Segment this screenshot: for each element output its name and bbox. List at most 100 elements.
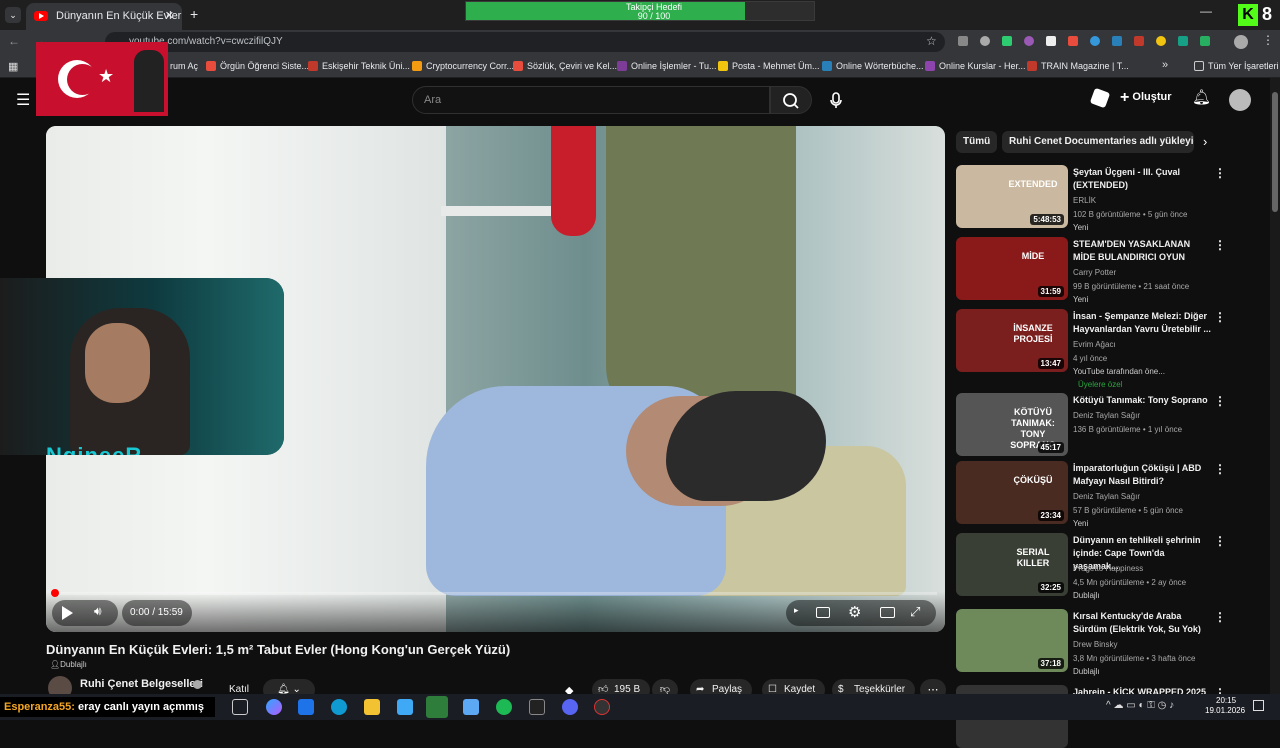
recommendation-thumbnail[interactable]: İNSANZE PROJESİ 13:47	[956, 309, 1068, 372]
recommendation-menu-icon[interactable]: ⋮	[1214, 238, 1226, 252]
hamburger-menu-icon[interactable]: ☰	[16, 90, 30, 110]
recommendation-thumbnail[interactable]: MİDE 31:59	[956, 237, 1068, 300]
recommendation-channel[interactable]: Drew Binsky	[1073, 638, 1117, 651]
voice-search-button[interactable]	[822, 86, 850, 114]
recommendation-channel[interactable]: Progetto Happiness	[1073, 562, 1143, 575]
recommendation-channel[interactable]: Deniz Taylan Sağır	[1073, 409, 1140, 422]
chrome-icon[interactable]	[426, 696, 448, 718]
tab-close-icon[interactable]: ✕	[165, 3, 174, 30]
tab-title: Dünyanın En Küçük Evleri: 1,5 m	[56, 10, 182, 22]
search-input[interactable]: Ara	[412, 86, 770, 114]
search-button[interactable]	[770, 86, 812, 114]
recommendation-channel[interactable]: ERLİK	[1073, 194, 1096, 207]
play-volume-group: 🔊︎	[52, 600, 118, 626]
recommendation-title[interactable]: İmparatorluğun Çöküşü | ABD Mafyayı Nası…	[1073, 462, 1211, 488]
all-bookmarks-folder[interactable]: Tüm Yer İşaretleri	[1194, 54, 1279, 78]
video-progress-bar[interactable]	[51, 589, 937, 597]
thumbnail-text: SERIAL KILLER	[1016, 547, 1050, 568]
mail-icon[interactable]	[298, 699, 314, 715]
minimize-icon[interactable]: —	[1200, 4, 1212, 18]
system-tray-icons[interactable]: ^ ☁ ▭ ◐ ⚿ ◷ ♪	[1106, 700, 1174, 711]
dubbed-label: 👤︎Dublajlı	[50, 660, 87, 669]
new-tab-button[interactable]: +	[190, 6, 198, 22]
volume-icon[interactable]: 🔊︎	[94, 604, 102, 619]
chips-next-icon[interactable]: ›	[1203, 134, 1207, 149]
browser-menu-icon[interactable]: ⋮	[1262, 33, 1274, 47]
recommendation-meta: 102 B görüntüleme • 5 gün önce	[1073, 210, 1188, 219]
obs-icon[interactable]	[594, 699, 610, 715]
recommendation-thumbnail[interactable]: KÖTÜYÜ TANIMAK: TONY SOPRANO 45:17	[956, 393, 1068, 456]
back-icon[interactable]: ←	[8, 34, 20, 48]
create-button[interactable]: + Oluştur	[1120, 89, 1172, 107]
recommendation-title[interactable]: STEAM'DEN YASAKLANAN MİDE BULANDIRICI OY…	[1073, 238, 1211, 264]
notification-center-icon[interactable]	[1253, 700, 1264, 711]
bookmark-item[interactable]: Online Kurslar - Her...	[925, 54, 1026, 78]
bookmark-item[interactable]: Eskişehir Teknik Üni...	[308, 54, 410, 78]
copilot-icon[interactable]	[266, 699, 282, 715]
tab-search-icon[interactable]: ⌄	[5, 7, 21, 23]
epic-games-icon[interactable]	[529, 699, 545, 715]
address-bar[interactable]: youtube.com/watch?v=cwczifilQJY	[105, 32, 945, 52]
recommendation-menu-icon[interactable]: ⋮	[1214, 462, 1226, 476]
bookmark-favicon-icon	[308, 61, 318, 71]
recommendation-title[interactable]: İnsan - Şempanze Melezi: Diğer Hayvanlar…	[1073, 310, 1211, 336]
scrollbar-thumb[interactable]	[1272, 92, 1278, 212]
tab-youtube[interactable]: Dünyanın En Küçük Evleri: 1,5 m ✕	[26, 3, 182, 30]
recommendation-channel[interactable]: Evrim Ağacı	[1073, 338, 1116, 351]
store-icon[interactable]	[397, 699, 413, 715]
bookmark-item[interactable]: Online Wörterbüche...	[822, 54, 924, 78]
progress-scrubber[interactable]	[51, 589, 59, 597]
recommendation-thumbnail[interactable]: 37:18	[956, 609, 1068, 672]
account-avatar[interactable]	[1229, 89, 1251, 111]
chip-uploader[interactable]: Ruhi Cenet Documentaries adlı yükleyicid…	[1002, 131, 1194, 153]
page-scrollbar[interactable]	[1270, 78, 1280, 694]
members-only-badge: Üyelere özel	[1078, 380, 1123, 389]
recommendation-title[interactable]: Şeytan Üçgeni - III. Çuval (EXTENDED)	[1073, 166, 1211, 192]
bookmark-item[interactable]: Sözlük, Çeviri ve Kel...	[513, 54, 617, 78]
discord-icon[interactable]	[562, 699, 578, 715]
youtube-header: ☰ Ara + Oluştur 🔔︎	[0, 78, 1270, 122]
chat-message-overlay: Esperanza55: eray canlı yayın açmmış	[0, 697, 215, 717]
recommendation-menu-icon[interactable]: ⋮	[1214, 310, 1226, 324]
bookmark-item[interactable]: Posta - Mehmet Üm...	[718, 54, 820, 78]
bookmark-item[interactable]: Online İşlemler - Tu...	[617, 54, 717, 78]
autoplay-icon[interactable]: ▸	[794, 605, 799, 616]
recommendation-channel[interactable]: Carry Potter	[1073, 266, 1116, 279]
recommendation-menu-icon[interactable]: ⋮	[1214, 610, 1226, 624]
more-bookmarks-icon[interactable]: »	[1162, 59, 1168, 71]
bookmark-item[interactable]: Örgün Öğrenci Siste...	[206, 54, 309, 78]
subtitles-icon[interactable]	[816, 607, 830, 618]
bookmark-star-icon[interactable]: ☆	[926, 34, 937, 48]
recommendation-title[interactable]: Kötüyü Tanımak: Tony Soprano	[1073, 394, 1211, 407]
notifications-bell-icon[interactable]: 🔔︎	[1192, 88, 1211, 106]
recommendation-title[interactable]: Kırsal Kentucky'de Araba Sürdüm (Elektri…	[1073, 610, 1211, 636]
channel-name[interactable]: Ruhi Çenet Belgeselleri	[80, 678, 203, 690]
tasks-icon[interactable]	[463, 699, 479, 715]
file-explorer-icon[interactable]	[364, 699, 380, 715]
video-red-bag	[551, 126, 596, 236]
recommendation-channel[interactable]: Deniz Taylan Sağır	[1073, 490, 1140, 503]
theater-mode-icon[interactable]	[880, 607, 895, 618]
recommendation-thumbnail[interactable]: ÇÖKÜŞÜ 23:34	[956, 461, 1068, 524]
spotify-icon[interactable]	[496, 699, 512, 715]
play-button[interactable]	[62, 606, 73, 620]
fullscreen-icon[interactable]: ⤢	[910, 604, 920, 620]
custom-icon[interactable]	[1089, 87, 1111, 109]
recommendation-menu-icon[interactable]: ⋮	[1214, 394, 1226, 408]
recommendation-menu-icon[interactable]: ⋮	[1214, 534, 1226, 548]
task-view-icon[interactable]	[232, 699, 248, 715]
bookmark-item[interactable]: Cryptocurrency Corr...	[412, 54, 514, 78]
all-bookmarks-label: Tüm Yer İşaretleri	[1208, 61, 1279, 71]
bookmark-label: Sözlük, Çeviri ve Kel...	[527, 61, 618, 71]
settings-gear-icon[interactable]: ⚙	[848, 603, 861, 621]
bookmark-item[interactable]: TRAIN Magazine | T...	[1027, 54, 1129, 78]
verified-icon	[193, 680, 202, 689]
recommendation-menu-icon[interactable]: ⋮	[1214, 166, 1226, 180]
apps-grid-icon[interactable]: ▦	[8, 60, 18, 73]
profile-avatar-icon[interactable]	[1234, 35, 1248, 49]
chip-all[interactable]: Tümü	[956, 131, 998, 153]
edge-icon[interactable]	[331, 699, 347, 715]
youtube-favicon-icon	[34, 11, 48, 21]
recommendation-thumbnail[interactable]: EXTENDED 5:48:53	[956, 165, 1068, 228]
recommendation-thumbnail[interactable]: SERIAL KILLER 32:25	[956, 533, 1068, 596]
